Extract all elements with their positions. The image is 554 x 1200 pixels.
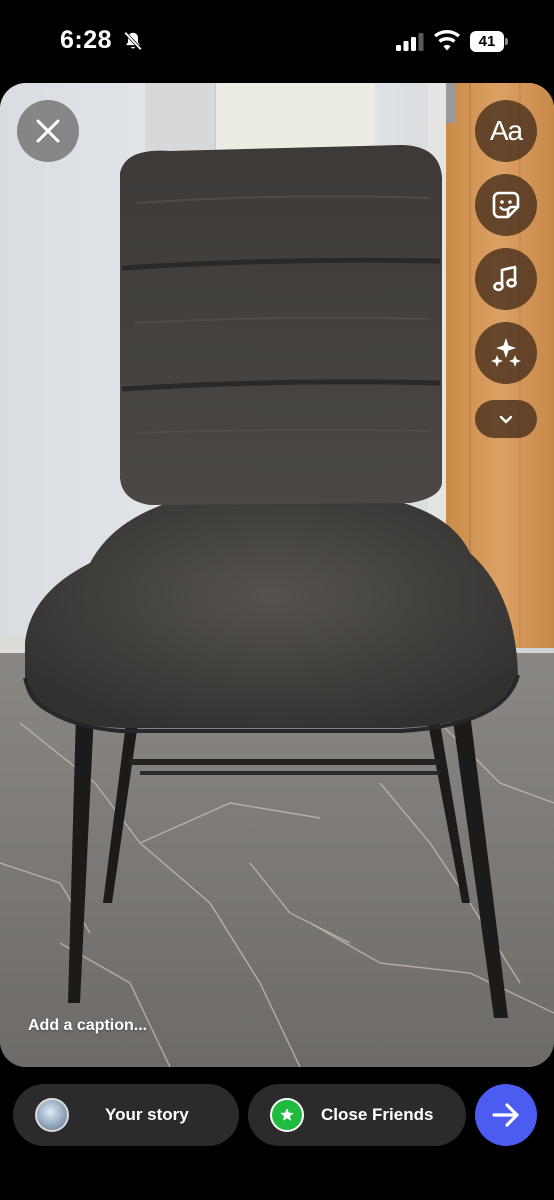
effects-button[interactable] <box>475 322 537 384</box>
send-button[interactable] <box>475 1084 537 1146</box>
arrow-right-icon <box>492 1103 519 1127</box>
battery-cap <box>505 38 508 45</box>
sticker-button[interactable] <box>475 174 537 236</box>
battery-level: 41 <box>470 31 504 52</box>
chair-photo <box>0 83 554 1067</box>
sticker-icon <box>492 191 520 219</box>
more-tools-button[interactable] <box>475 400 537 438</box>
text-tool-button[interactable]: Aa <box>475 100 537 162</box>
your-story-label: Your story <box>105 1105 189 1124</box>
status-time: 6:28 <box>60 26 113 54</box>
close-friends-label: Close Friends <box>321 1105 434 1124</box>
close-friends-star-icon <box>270 1098 304 1132</box>
music-button[interactable] <box>475 248 537 310</box>
chevron-down-icon <box>499 415 513 424</box>
text-tool-label: Aa <box>489 115 523 146</box>
story-editor-screen: 6:28 41 Aa Add a caption... Your story C… <box>0 0 554 1200</box>
mute-bell-icon <box>124 31 142 51</box>
your-story-button[interactable]: Your story <box>13 1084 239 1146</box>
music-note-icon <box>493 265 517 292</box>
share-bar: Your story Close Friends <box>0 1084 554 1146</box>
close-icon <box>36 119 60 143</box>
story-photo[interactable]: Aa Add a caption... <box>0 83 554 1067</box>
caption-input[interactable]: Add a caption... <box>28 1017 147 1035</box>
avatar <box>35 1098 69 1132</box>
battery-icon: 41 <box>470 31 508 52</box>
sparkles-icon <box>491 338 521 367</box>
cellular-signal-icon <box>396 33 424 51</box>
wifi-icon <box>434 30 460 51</box>
status-bar: 6:28 41 <box>0 0 554 82</box>
close-button[interactable] <box>17 100 79 162</box>
close-friends-button[interactable]: Close Friends <box>248 1084 466 1146</box>
